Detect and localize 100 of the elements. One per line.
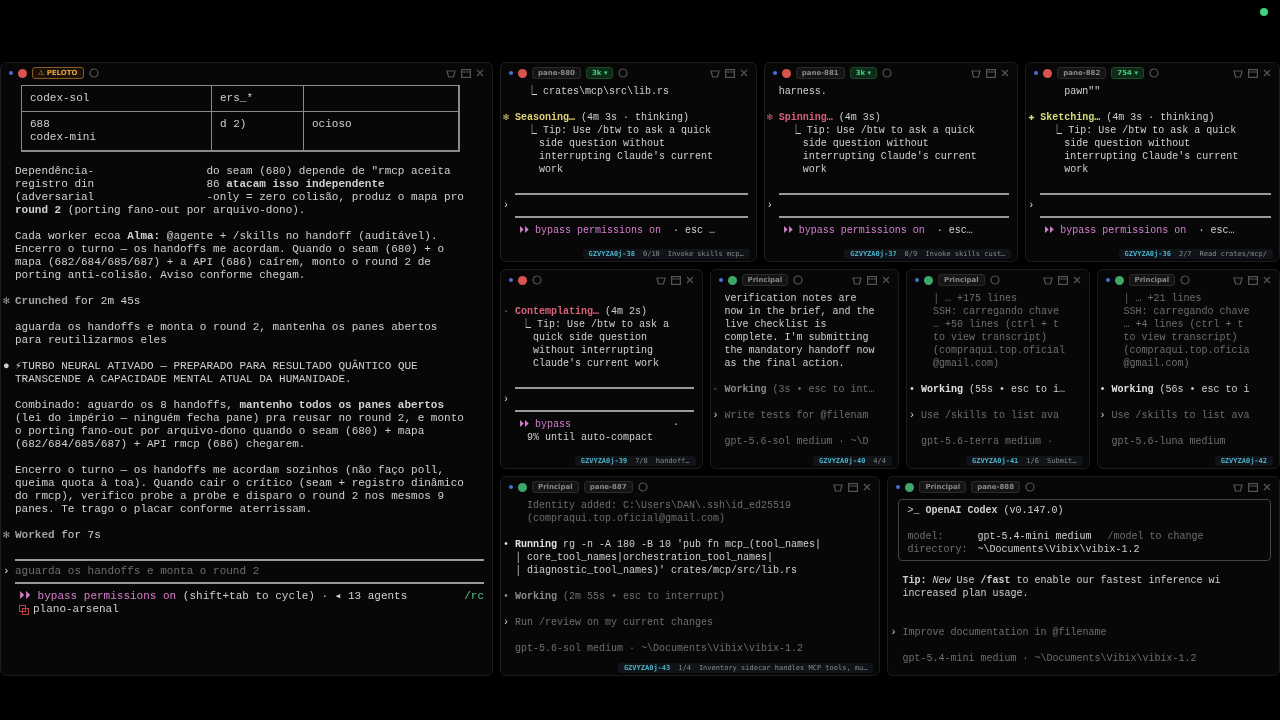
status-glyph: ✚ bbox=[1028, 111, 1036, 124]
close-icon[interactable] bbox=[739, 69, 748, 77]
mode-label[interactable]: ⏵⏵ bypass bbox=[519, 418, 571, 431]
prompt-field[interactable]: aguarda os handoffs e monta o round 2 bbox=[15, 565, 280, 578]
window-icon[interactable] bbox=[848, 482, 859, 492]
dot-icon bbox=[9, 71, 13, 75]
prompt-field[interactable]: Write tests for @filenam bbox=[724, 409, 876, 422]
mode-label[interactable]: ⏵⏵ bypass permissions on bbox=[1044, 224, 1187, 237]
status-text: Crunched for 2m 45s bbox=[15, 295, 141, 308]
circle-icon[interactable] bbox=[1180, 275, 1191, 285]
status-glyph: ✻ bbox=[3, 295, 11, 308]
window-icon[interactable] bbox=[867, 275, 877, 285]
field-value: ~\Documents\Vibix\vibix-1.2 bbox=[977, 543, 1140, 556]
mode-hint: · esc … bbox=[672, 224, 716, 237]
dot-icon bbox=[915, 278, 919, 282]
close-icon[interactable] bbox=[476, 69, 484, 77]
window-icon[interactable] bbox=[1248, 482, 1258, 492]
field-label: directory: bbox=[907, 543, 969, 556]
dot-icon bbox=[1034, 71, 1039, 75]
close-icon[interactable] bbox=[685, 276, 694, 284]
window-icon[interactable] bbox=[1248, 275, 1258, 285]
output-text: Cada worker ecoa Alma: @agente + /skills no handoff (auditável). Encerro o turno — os handoffs me acordam. Quando o seam (680) + o mapa (682/684/685/687) + a API (686) caírem, monto o round 2 de porting anti-colisão. Aviso conforme chegam. bbox=[15, 230, 445, 282]
basket-icon[interactable] bbox=[1233, 482, 1243, 492]
table-cell: d 2) bbox=[212, 112, 304, 151]
window-icon[interactable] bbox=[670, 275, 681, 285]
basket-icon[interactable] bbox=[709, 68, 720, 78]
window-icon[interactable] bbox=[1057, 275, 1068, 285]
mode-label[interactable]: ⏵⏵ bypass permissions on bbox=[782, 224, 925, 237]
circle-icon[interactable] bbox=[88, 68, 99, 78]
close-icon[interactable] bbox=[1263, 276, 1271, 284]
close-icon[interactable] bbox=[1263, 483, 1271, 491]
circle-icon[interactable] bbox=[989, 275, 1000, 285]
basket-icon[interactable] bbox=[833, 482, 844, 492]
window-icon[interactable] bbox=[1248, 68, 1258, 78]
output-text: │ … +21 lines SSH: carregando chave … +4 lines (ctrl + t to view transcript) (compraqui.top.oficia @gmail.com) bbox=[1122, 292, 1250, 370]
dot-icon bbox=[772, 71, 777, 75]
basket-icon[interactable] bbox=[655, 275, 666, 285]
remote-command[interactable]: /rc bbox=[464, 590, 484, 603]
window-icon[interactable] bbox=[724, 68, 735, 78]
window-icon[interactable] bbox=[986, 68, 997, 78]
status-text: Running rg -n -A 180 -B 10 'pub fn mcp_(tool_names| │ core_tool_names|orchestration_tool_names| │ diagnostic_tool_names)' crates/mcp/src/lib.rs bbox=[515, 538, 822, 577]
circle-icon[interactable] bbox=[882, 68, 893, 78]
status-glyph: • bbox=[1099, 383, 1107, 396]
output-text: aguarda os handoffs e monta o round 2, mantenha os panes abertos para reutilizarmos eles bbox=[15, 321, 438, 347]
close-icon[interactable] bbox=[1263, 69, 1271, 77]
status-text: Spinning… (4m 3s) bbox=[778, 111, 881, 124]
mode-label[interactable]: ⏵⏵ bypass permissions on bbox=[19, 590, 177, 603]
close-icon[interactable] bbox=[1001, 69, 1010, 77]
table-cell: ocioso bbox=[304, 112, 459, 151]
status-text: Working (2m 55s • esc to interrupt) bbox=[515, 590, 726, 603]
output-text: ⎿ Tip: Use /btw to ask a quick side question without interrupting Claude's current work bbox=[1051, 124, 1239, 176]
window-icon[interactable] bbox=[461, 68, 471, 78]
circle-icon[interactable] bbox=[618, 68, 629, 78]
output-text: ⎿ Tip: Use /btw to ask a quick side question without interrupting Claude's current work bbox=[526, 124, 714, 176]
prompt-caret: › bbox=[766, 199, 774, 212]
model-status: gpt-5.6-sol medium · ~\Documents\Vibix\vibix-1.2 bbox=[515, 642, 804, 655]
prompt-caret: › bbox=[503, 393, 510, 406]
mode-hint: · bbox=[672, 418, 680, 431]
prompt-field[interactable]: Improve documentation in @filename bbox=[902, 626, 1114, 639]
bullet-icon: ● bbox=[3, 360, 15, 373]
dot-icon bbox=[509, 71, 513, 75]
mode-hint: · esc… bbox=[1197, 224, 1235, 237]
close-icon[interactable] bbox=[1072, 276, 1081, 284]
prompt-caret: › bbox=[1028, 199, 1036, 212]
dot-icon bbox=[896, 485, 901, 489]
output-text: ⎿ Tip: Use /btw to ask a quick side question without interrupting Claude's current work bbox=[520, 318, 670, 370]
basket-icon[interactable] bbox=[446, 68, 456, 78]
prompt-caret: › bbox=[503, 616, 510, 629]
mode-hint: · esc… bbox=[935, 224, 973, 237]
status-text: Working (56s • esc to i bbox=[1111, 383, 1250, 396]
status-glyph: • bbox=[503, 538, 510, 551]
model-status: gpt-5.6-sol medium · ~\D bbox=[724, 435, 869, 448]
prompt-caret: › bbox=[3, 565, 11, 578]
circle-icon[interactable] bbox=[637, 482, 648, 492]
circle-icon[interactable] bbox=[532, 275, 542, 285]
prompt-field[interactable]: Run /review on my current changes bbox=[515, 616, 720, 629]
status-text: Seasoning… (4m 3s · thinking) bbox=[515, 111, 690, 124]
basket-icon[interactable] bbox=[1233, 68, 1243, 78]
circle-icon[interactable] bbox=[1148, 68, 1159, 78]
hint-text: /model to change bbox=[1107, 530, 1204, 543]
status-text: Working (55s • esc to i… bbox=[921, 383, 1066, 396]
basket-icon[interactable] bbox=[1042, 275, 1053, 285]
prompt-field[interactable]: Use /skills to list ava bbox=[921, 409, 1066, 422]
field-value: gpt-5.4-mini medium bbox=[977, 530, 1092, 543]
basket-icon[interactable] bbox=[1233, 275, 1243, 285]
status-text: Worked for 7s bbox=[15, 529, 101, 542]
status-dot-icon bbox=[1260, 8, 1268, 16]
mode-label[interactable]: ⏵⏵ bypass permissions on bbox=[519, 224, 662, 237]
status-glyph: ◦ bbox=[712, 383, 720, 396]
dot-icon bbox=[509, 278, 513, 282]
status-glyph: • bbox=[503, 590, 510, 603]
prompt-field[interactable]: Use /skills to list ava bbox=[1111, 409, 1257, 422]
circle-icon[interactable] bbox=[793, 275, 804, 285]
output-text: Dependência- do seam (680) depende de "rmcp aceita registro din 86 atacam isso independente (adversarial -only = zero colisão, produz o mapa pro round 2 (porting fano-out por arquivo-dono). bbox=[15, 165, 464, 217]
branch-name: plano-arsenal bbox=[33, 603, 119, 616]
close-icon[interactable] bbox=[863, 483, 872, 491]
close-icon[interactable] bbox=[882, 276, 890, 284]
basket-icon[interactable] bbox=[852, 275, 862, 285]
basket-icon[interactable] bbox=[971, 68, 982, 78]
circle-icon[interactable] bbox=[1025, 482, 1036, 492]
